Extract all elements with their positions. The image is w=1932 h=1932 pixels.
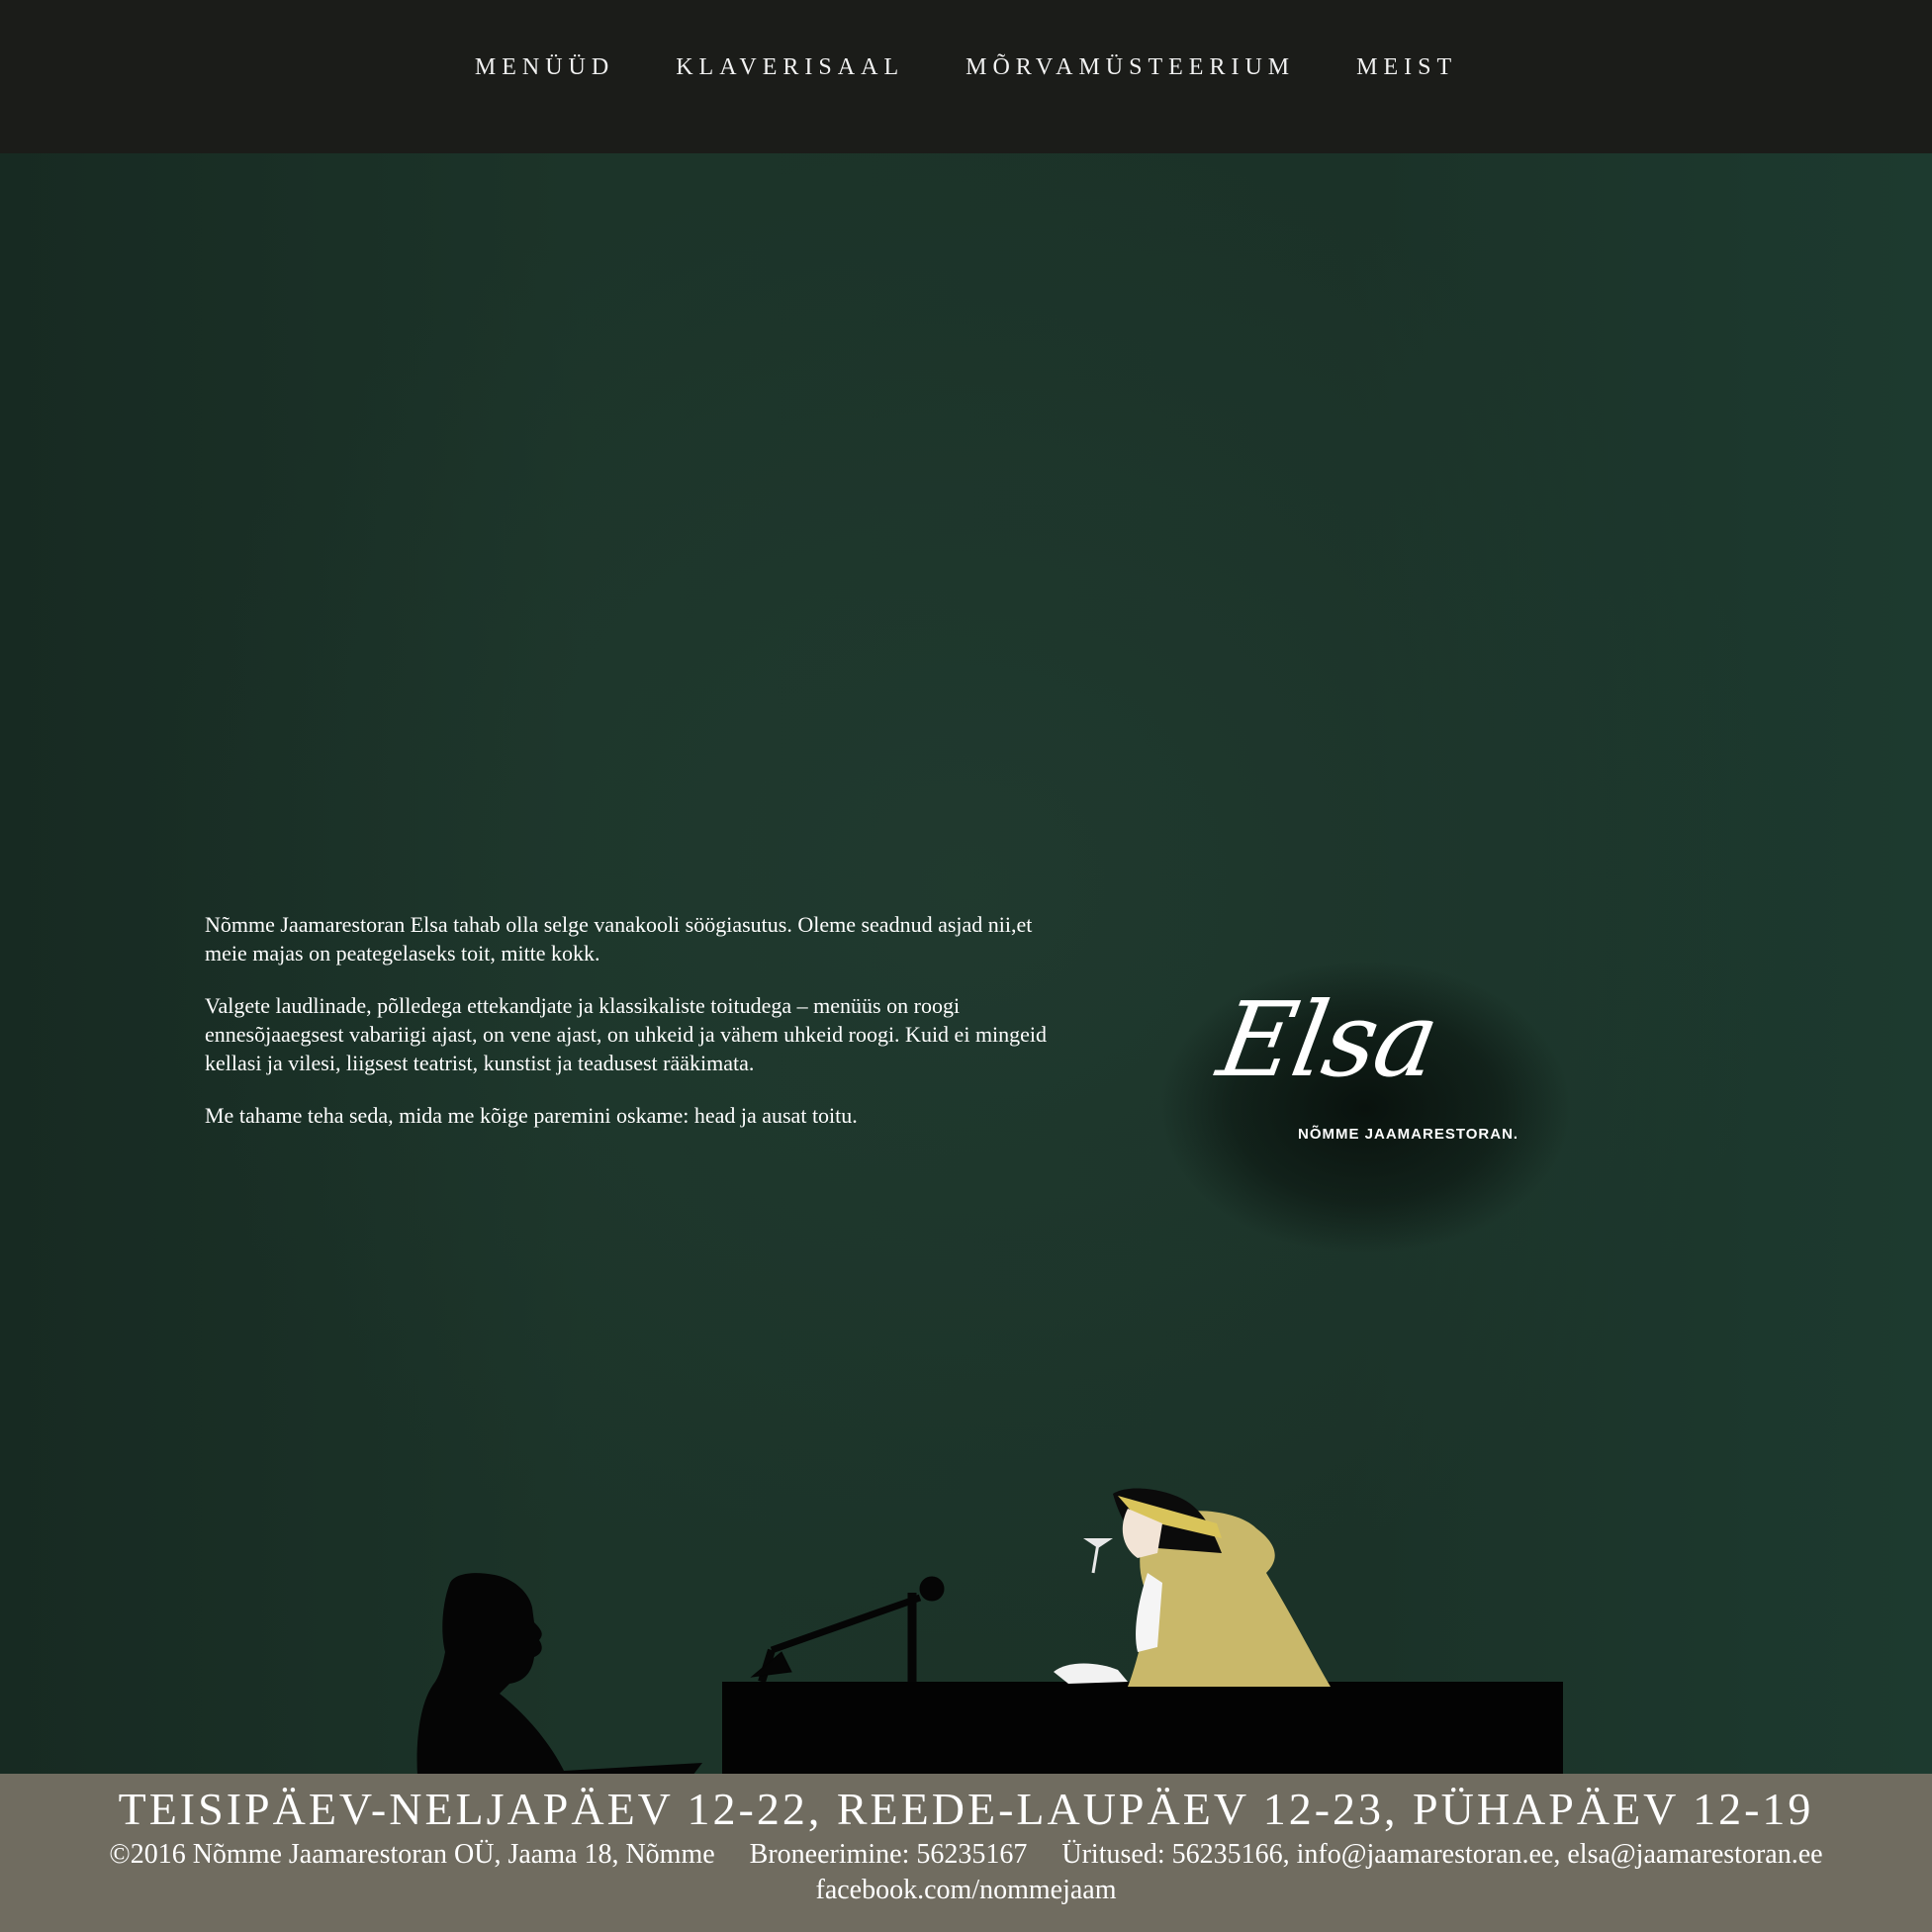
intro-text: Nõmme Jaamarestoran Elsa tahab olla selg… [205,910,1075,1153]
nav-link-meist[interactable]: MEIST [1356,54,1457,80]
logo-subtitle: NÕMME JAAMARESTORAN. [1298,1126,1519,1143]
opening-hours: TEISIPÄEV-NELJAPÄEV 12-22, REEDE-LAUPÄEV… [118,1784,1814,1834]
contact-line: ©2016 Nõmme Jaamarestoran OÜ, Jaama 18, … [0,1837,1932,1873]
nav-list: MENÜÜD KLAVERISAAL MÕRVAMÜSTEERIUM MEIST [475,54,1457,81]
nav-link-klaverisaal[interactable]: KLAVERISAAL [676,54,904,80]
events-contact[interactable]: Üritused: 56235166, info@jaamarestoran.e… [1061,1839,1822,1870]
nav-link-morvamusteerium[interactable]: MÕRVAMÜSTEERIUM [966,54,1295,80]
logo-script-text: Elsa [1210,979,1446,1100]
intro-paragraph-3: Me tahame teha seda, mida me kõige parem… [205,1103,858,1128]
nav-item-klaverisaal[interactable]: KLAVERISAAL [676,54,904,81]
nav-item-morvamusteerium[interactable]: MÕRVAMÜSTEERIUM [966,54,1295,81]
nav-item-menuud[interactable]: MENÜÜD [475,54,614,81]
site-footer: TEISIPÄEV-NELJAPÄEV 12-22, REEDE-LAUPÄEV… [0,1774,1932,1932]
intro-paragraph-1: Nõmme Jaamarestoran Elsa tahab olla selg… [205,912,1033,966]
intro-paragraph-2: Valgete laudlinade, põlledega ettekandja… [205,993,1048,1075]
nav-item-meist[interactable]: MEIST [1356,54,1457,81]
copyright-text: ©2016 Nõmme Jaamarestoran OÜ, Jaama 18, … [109,1839,715,1870]
elsa-logo: Elsa NÕMME JAAMARESTORAN. [1157,960,1573,1256]
booking-phone[interactable]: Broneerimine: 56235167 [750,1839,1028,1870]
top-navigation: MENÜÜD KLAVERISAAL MÕRVAMÜSTEERIUM MEIST [0,0,1932,153]
nav-link-menuud[interactable]: MENÜÜD [475,54,614,80]
facebook-link[interactable]: facebook.com/nommejaam [0,1873,1932,1908]
